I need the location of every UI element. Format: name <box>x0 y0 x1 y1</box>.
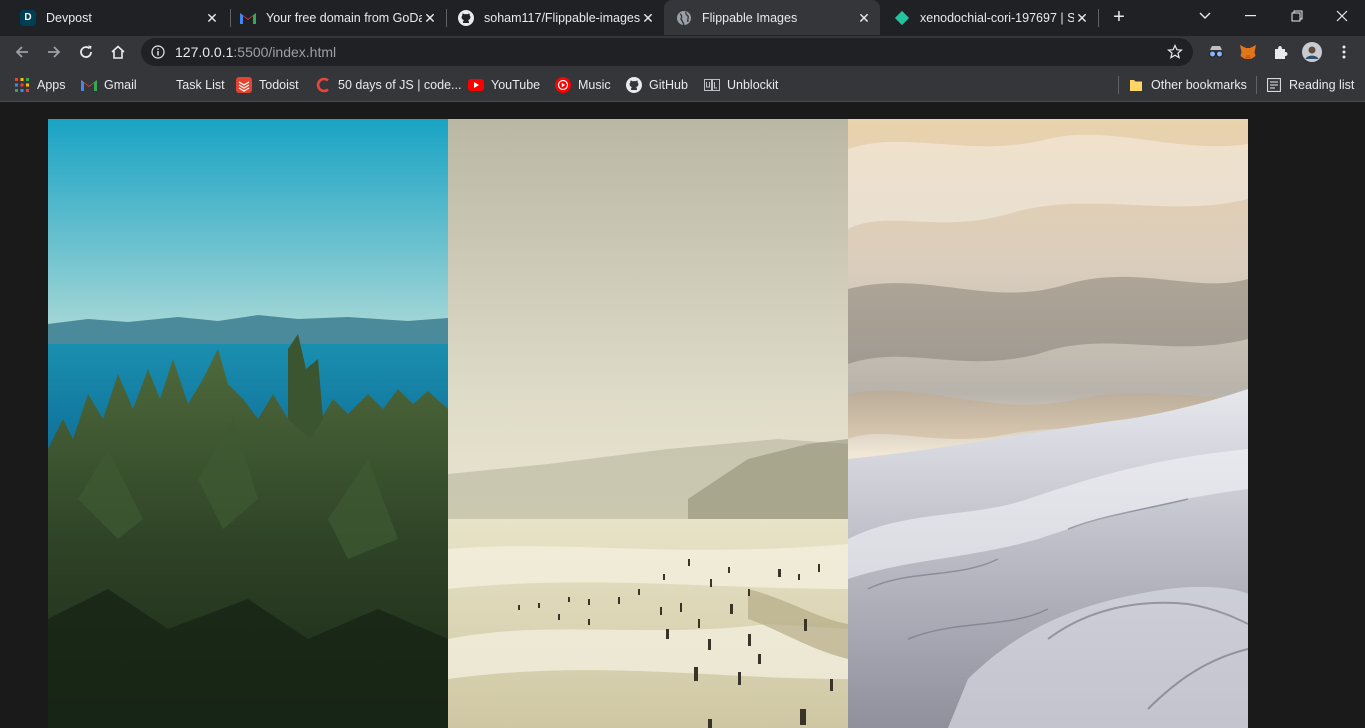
netlify-icon <box>894 10 910 26</box>
bookmark-todoist[interactable]: Todoist <box>236 76 299 94</box>
bookmark-label: Other bookmarks <box>1151 78 1247 92</box>
tab-flippable-images[interactable]: Flippable Images ✕ <box>664 0 880 35</box>
close-window-button[interactable] <box>1319 0 1365 32</box>
url-host: 127.0.0.1 <box>175 44 234 60</box>
gmail-icon <box>81 77 97 93</box>
page-viewport <box>0 102 1365 728</box>
bookmark-label: Task List <box>176 78 225 92</box>
tab-title: Your free domain from GoDa <box>266 10 422 25</box>
todoist-icon <box>236 77 252 93</box>
bookmark-youtube[interactable]: YouTube <box>468 76 540 94</box>
back-button[interactable] <box>10 40 34 64</box>
bookmark-music[interactable]: Music <box>555 76 611 94</box>
reload-icon <box>80 45 92 58</box>
bookmarks-separator <box>1118 76 1119 94</box>
gmail-icon <box>240 10 256 26</box>
tab-netlify[interactable]: xenodochial-cori-197697 | Si ✕ <box>882 0 1098 35</box>
tab-github-repo[interactable]: soham117/Flippable-images: ✕ <box>446 0 664 35</box>
image-gallery <box>48 119 1248 728</box>
bookmark-label: 50 days of JS | code... <box>338 78 462 92</box>
bookmark-label: Unblockit <box>727 78 779 92</box>
spy-extension-icon[interactable] <box>1206 42 1226 62</box>
foggy-beach-image[interactable] <box>448 119 848 728</box>
address-bar[interactable]: 127.0.0.1:5500/index.html <box>141 38 1193 66</box>
extensions-puzzle-icon[interactable] <box>1270 42 1290 62</box>
blank-icon <box>153 77 169 93</box>
close-icon[interactable]: ✕ <box>1074 10 1090 26</box>
chevron-down-icon <box>1199 12 1211 19</box>
folder-icon <box>1128 77 1144 93</box>
toolbar: 127.0.0.1:5500/index.html <box>0 36 1365 68</box>
bookmarks-separator <box>1256 76 1257 94</box>
tab-title: Flippable Images <box>702 10 798 25</box>
bookmark-label: YouTube <box>491 78 541 92</box>
arrow-left-icon <box>15 46 28 58</box>
reload-button[interactable] <box>74 40 98 64</box>
reading-list[interactable]: Reading list <box>1266 76 1354 94</box>
bookmark-50-days-js[interactable]: 50 days of JS | code... <box>315 76 461 94</box>
restore-button[interactable] <box>1274 0 1320 32</box>
close-icon[interactable]: ✕ <box>204 10 220 26</box>
youtube-music-icon <box>555 77 571 93</box>
tab-strip: D Devpost ✕ Your free domain from GoDa ✕… <box>0 0 1365 36</box>
bookmark-label: Music <box>578 78 611 92</box>
forest-lake-image[interactable] <box>48 119 448 728</box>
bookmark-star-icon[interactable] <box>1167 44 1183 60</box>
bookmark-label: Gmail <box>104 78 137 92</box>
codepen-c-icon <box>315 77 331 93</box>
kebab-menu-icon <box>1342 45 1346 59</box>
apps-grid-icon <box>14 77 30 93</box>
tab-title: soham117/Flippable-images: <box>484 10 640 25</box>
unblockit-icon <box>704 77 720 93</box>
youtube-icon <box>468 77 484 93</box>
close-icon[interactable]: ✕ <box>856 10 872 26</box>
reading-list-icon <box>1266 77 1282 93</box>
other-bookmarks[interactable]: Other bookmarks <box>1128 76 1247 94</box>
globe-icon <box>676 10 692 26</box>
url-text: 127.0.0.1:5500/index.html <box>175 44 336 60</box>
url-path: :5500/index.html <box>233 44 337 60</box>
arrow-right-icon <box>48 46 61 58</box>
metamask-icon[interactable] <box>1238 42 1258 62</box>
bookmark-task-list[interactable]: Task List <box>153 76 225 94</box>
tab-separator <box>1098 9 1099 27</box>
minimize-icon <box>1245 15 1256 17</box>
bookmark-gmail[interactable]: Gmail <box>81 76 137 94</box>
tab-title: Devpost <box>46 10 92 25</box>
profile-avatar[interactable] <box>1302 42 1322 62</box>
bookmark-label: GitHub <box>649 78 688 92</box>
bookmark-unblockit[interactable]: Unblockit <box>704 76 778 94</box>
home-button[interactable] <box>106 40 130 64</box>
close-icon[interactable]: ✕ <box>640 10 656 26</box>
menu-button[interactable] <box>1334 42 1354 62</box>
snowy-mountain-image[interactable] <box>848 119 1248 728</box>
bookmark-label: Todoist <box>259 78 299 92</box>
info-icon[interactable] <box>151 45 165 59</box>
github-icon <box>458 9 474 26</box>
bookmarks-bar: Apps Gmail Task List Todoist 50 days of … <box>0 68 1365 102</box>
close-icon <box>1336 10 1348 22</box>
close-icon[interactable]: ✕ <box>422 10 438 26</box>
tab-gmail[interactable]: Your free domain from GoDa ✕ <box>228 0 446 35</box>
bookmark-apps[interactable]: Apps <box>14 76 66 94</box>
tab-title: xenodochial-cori-197697 | Si <box>920 10 1074 25</box>
tab-search-button[interactable] <box>1182 0 1228 32</box>
tab-devpost[interactable]: D Devpost ✕ <box>8 0 228 35</box>
new-tab-button[interactable]: + <box>1108 6 1130 28</box>
bookmark-label: Reading list <box>1289 78 1355 92</box>
bookmark-github[interactable]: GitHub <box>626 76 688 94</box>
home-icon <box>111 45 125 59</box>
bookmark-label: Apps <box>37 78 66 92</box>
minimize-button[interactable] <box>1228 0 1274 32</box>
restore-icon <box>1291 10 1303 22</box>
forward-button[interactable] <box>42 40 66 64</box>
github-icon <box>626 77 642 93</box>
devpost-icon: D <box>20 9 36 26</box>
